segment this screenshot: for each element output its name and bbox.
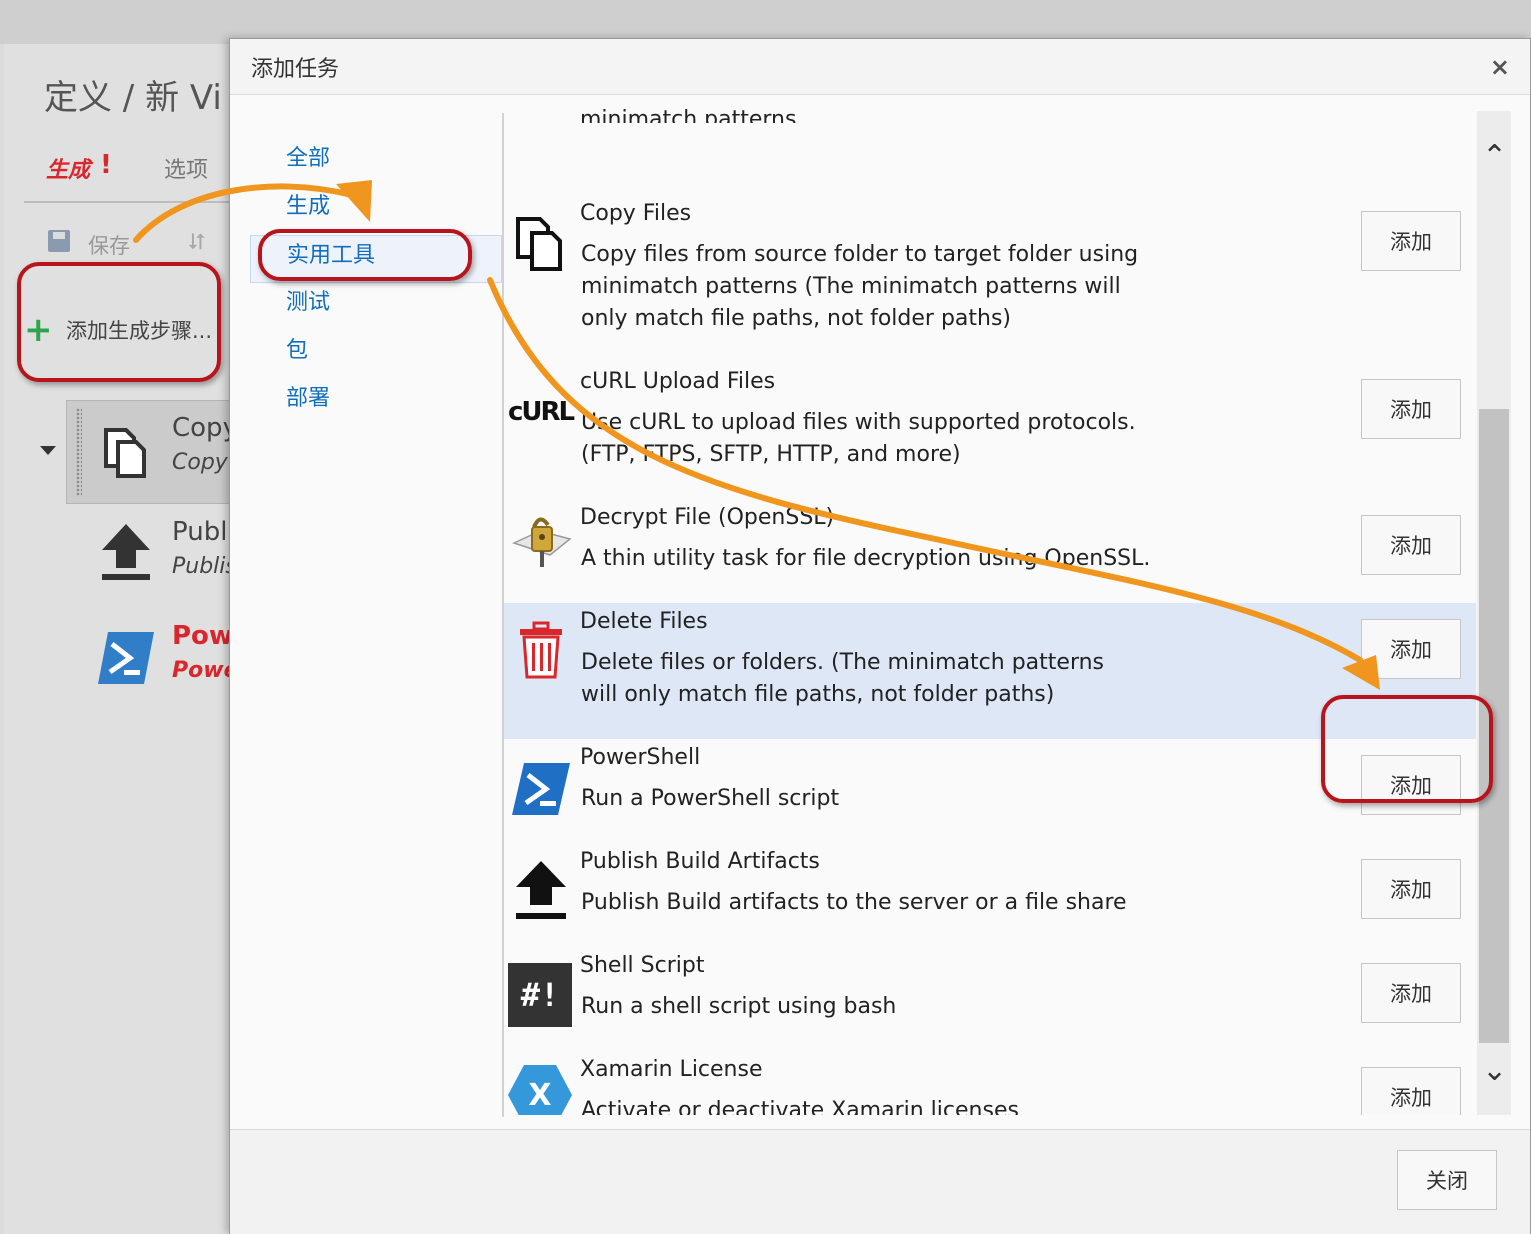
scroll-up-chevron-icon[interactable]: ⌃ <box>1482 139 1507 174</box>
tab-divider <box>24 201 244 203</box>
callout-powershell-add <box>1321 695 1493 803</box>
dialog-header: 添加任务 × <box>230 39 1530 95</box>
powershell-icon <box>512 763 570 815</box>
task-category-nav: 全部 生成 实用工具 测试 包 部署 <box>250 139 502 427</box>
copy-files-icon <box>516 217 562 271</box>
task-row-copy-files: Copy Files Copy files from source folder… <box>504 195 1476 363</box>
callout-add-build-step <box>17 262 221 382</box>
build-step-subtitle: Publis <box>172 554 237 579</box>
build-step-name: Pow <box>172 621 233 651</box>
task-name: Copy Files <box>580 201 692 226</box>
tab-build[interactable]: 生成 <box>46 152 90 184</box>
dialog-title: 添加任务 <box>251 57 340 82</box>
scroll-down-chevron-icon[interactable]: ⌄ <box>1482 1053 1507 1088</box>
category-deploy[interactable]: 部署 <box>250 379 502 427</box>
collapse-caret-icon[interactable] <box>40 446 56 455</box>
dialog-footer: 关闭 <box>230 1129 1530 1234</box>
decrypt-lock-icon <box>511 517 572 567</box>
task-row-curl-upload: cURL cURL Upload Files Use cURL to uploa… <box>504 363 1476 499</box>
task-name: cURL Upload Files <box>580 369 776 394</box>
save-button[interactable]: 保存 <box>88 230 130 260</box>
task-row-shell-script: #! Shell Script Run a shell script using… <box>504 947 1476 1051</box>
task-description: Copy files from source folder to target … <box>581 242 1139 331</box>
add-task-button[interactable]: 添加 <box>1361 379 1461 439</box>
task-name: Delete Files <box>580 609 708 634</box>
task-name: Decrypt File (OpenSSL) <box>580 505 835 530</box>
cut-off-description: minimatch patterns <box>580 107 797 123</box>
drag-handle-icon[interactable] <box>76 408 82 496</box>
task-description: A thin utility task for file decryption … <box>581 546 1151 571</box>
task-name: Shell Script <box>580 953 705 978</box>
category-build[interactable]: 生成 <box>250 187 502 235</box>
task-description: Run a PowerShell script <box>581 786 840 811</box>
task-row-xamarin-license: X Xamarin License Activate or deactivate… <box>504 1051 1476 1115</box>
upload-arrow-icon <box>102 524 150 580</box>
category-all[interactable]: 全部 <box>250 139 502 187</box>
task-row-publish-build-artifacts: Publish Build Artifacts Publish Build ar… <box>504 843 1476 947</box>
task-description: Activate or deactivate Xamarin licenses <box>581 1098 1019 1115</box>
add-task-button[interactable]: 添加 <box>1361 211 1461 271</box>
tab-options[interactable]: 选项 <box>164 152 208 184</box>
queue-build-icon[interactable]: ⮃ <box>188 230 214 256</box>
build-step-subtitle: Copy <box>172 450 228 475</box>
close-icon[interactable]: × <box>1490 53 1510 81</box>
upload-arrow-icon <box>516 861 566 919</box>
save-icon[interactable] <box>48 230 70 252</box>
shell-script-icon: #! <box>508 963 572 1027</box>
task-description: Run a shell script using bash <box>581 994 897 1019</box>
task-name: Publish Build Artifacts <box>580 849 820 874</box>
add-task-dialog: 添加任务 × 全部 生成 实用工具 测试 包 部署 minimatch patt… <box>229 38 1531 1234</box>
add-task-button[interactable]: 添加 <box>1361 859 1461 919</box>
add-task-button[interactable]: 添加 <box>1361 515 1461 575</box>
task-name: PowerShell <box>580 745 701 770</box>
task-description: Delete files or folders. (The minimatch … <box>581 650 1105 707</box>
add-task-button[interactable]: 添加 <box>1361 1067 1461 1115</box>
task-description: Use cURL to upload files with supported … <box>581 410 1136 467</box>
definition-title: 定义 / 新 Vi <box>44 78 222 118</box>
build-step-name: Publi <box>172 517 235 547</box>
category-test[interactable]: 测试 <box>250 283 502 331</box>
xamarin-icon: X <box>508 1065 572 1115</box>
powershell-icon <box>98 632 154 684</box>
task-row-decrypt-file: Decrypt File (OpenSSL) A thin utility ta… <box>504 499 1476 603</box>
task-list: minimatch patterns Copy Files Copy files… <box>504 95 1476 1115</box>
task-description: Publish Build artifacts to the server or… <box>581 890 1127 915</box>
copy-files-icon <box>104 428 146 478</box>
callout-utility-category <box>258 229 472 281</box>
tab-build-error-mark: ! <box>100 150 112 180</box>
curl-icon: cURL <box>508 397 575 427</box>
trash-icon <box>520 621 562 679</box>
close-button[interactable]: 关闭 <box>1397 1150 1497 1210</box>
category-package[interactable]: 包 <box>250 331 502 379</box>
task-name: Xamarin License <box>580 1057 763 1082</box>
add-task-button[interactable]: 添加 <box>1361 619 1461 679</box>
add-task-button[interactable]: 添加 <box>1361 963 1461 1023</box>
